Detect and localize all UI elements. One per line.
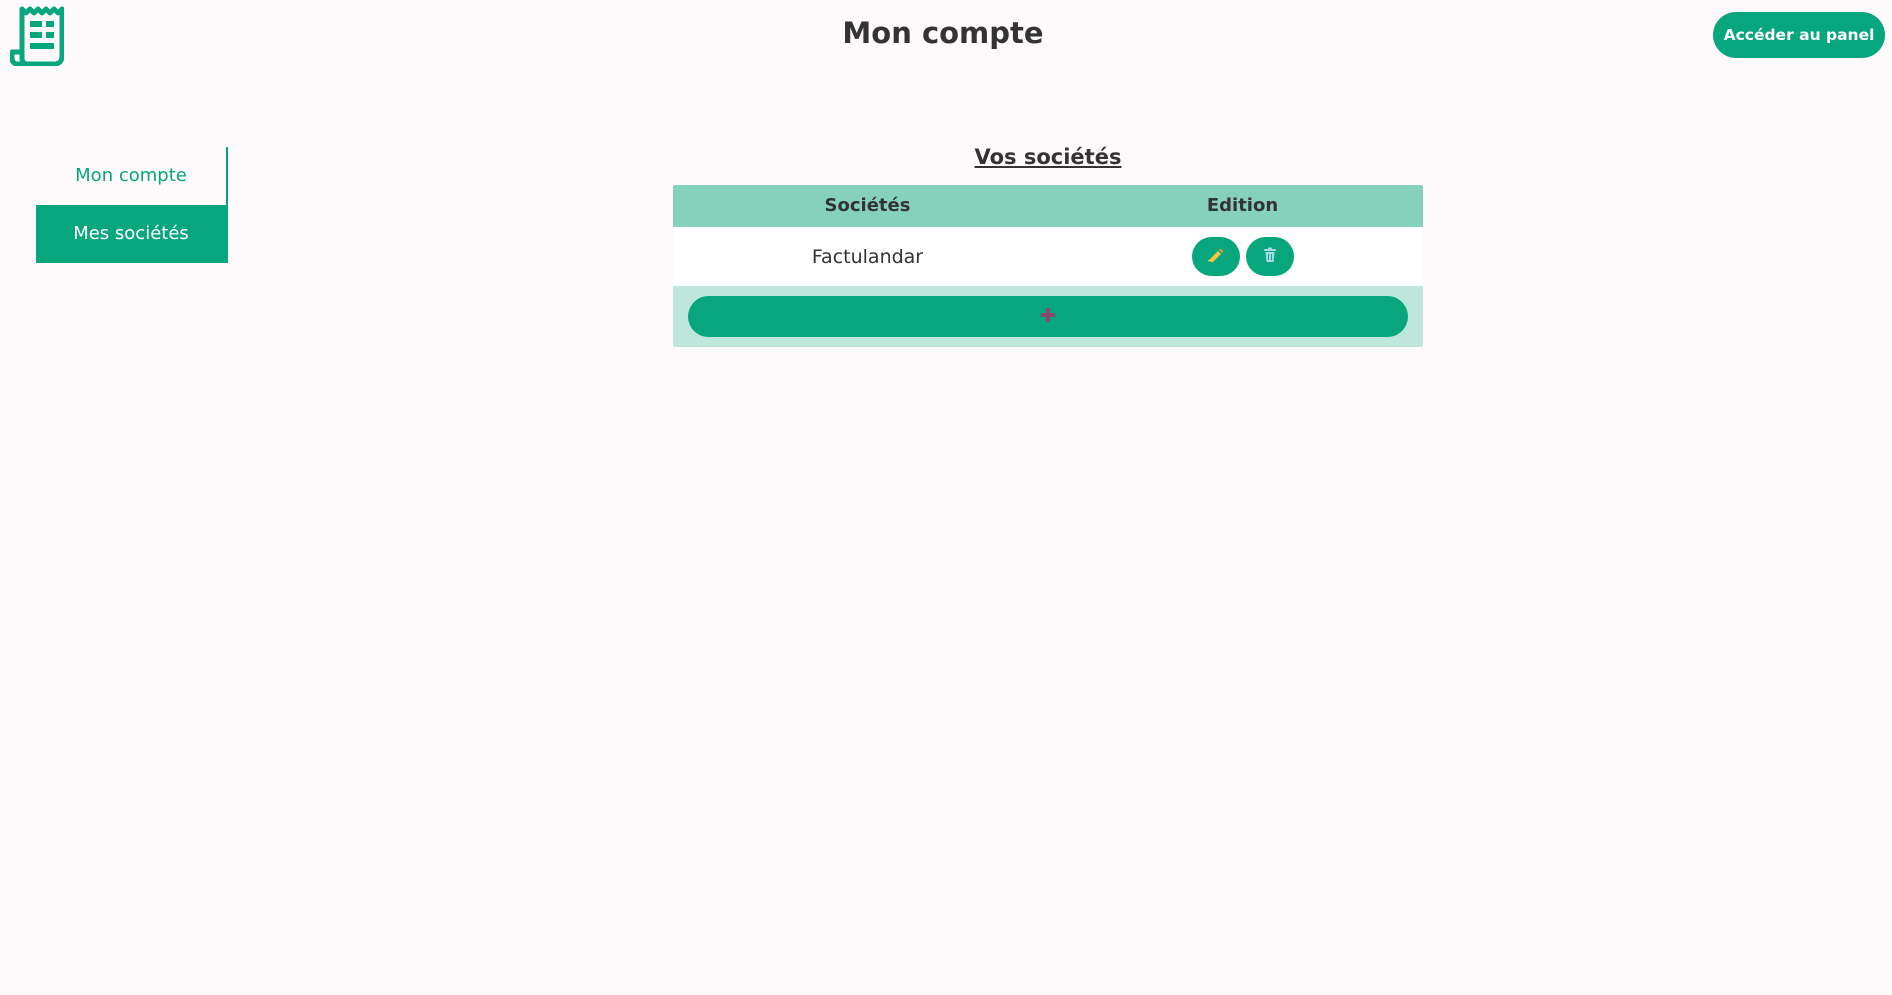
- table-row: Factulandar: [673, 227, 1423, 286]
- company-name: Factulandar: [811, 245, 924, 268]
- companies-table: Sociétés Edition Factulandar: [673, 185, 1423, 347]
- add-company-button[interactable]: [688, 296, 1408, 337]
- add-company-row: [673, 286, 1423, 347]
- row-actions: [1062, 237, 1423, 276]
- page-title: Mon compte: [842, 16, 1044, 50]
- edit-icon: [1207, 247, 1225, 266]
- access-panel-button[interactable]: Accéder au panel: [1713, 12, 1885, 58]
- column-header-societes: Sociétés: [824, 195, 911, 216]
- edit-company-button[interactable]: [1191, 237, 1240, 276]
- sidebar-item-mes-societes[interactable]: Mes sociétés: [36, 205, 226, 263]
- top-bar: Mon compte Accéder au panel: [0, 0, 1892, 72]
- column-header-edition: Edition: [1206, 195, 1279, 216]
- delete-company-button[interactable]: [1245, 237, 1294, 276]
- plus-icon: [1040, 307, 1056, 326]
- trash-icon: [1263, 247, 1277, 266]
- sidebar-item-mon-compte[interactable]: Mon compte: [36, 147, 226, 205]
- sidebar: Mon compte Mes sociétés: [36, 147, 228, 263]
- section-title: Vos sociétés: [974, 145, 1122, 169]
- table-header: Sociétés Edition: [673, 185, 1423, 227]
- companies-section: Vos sociétés Sociétés Edition Factulanda…: [673, 145, 1423, 347]
